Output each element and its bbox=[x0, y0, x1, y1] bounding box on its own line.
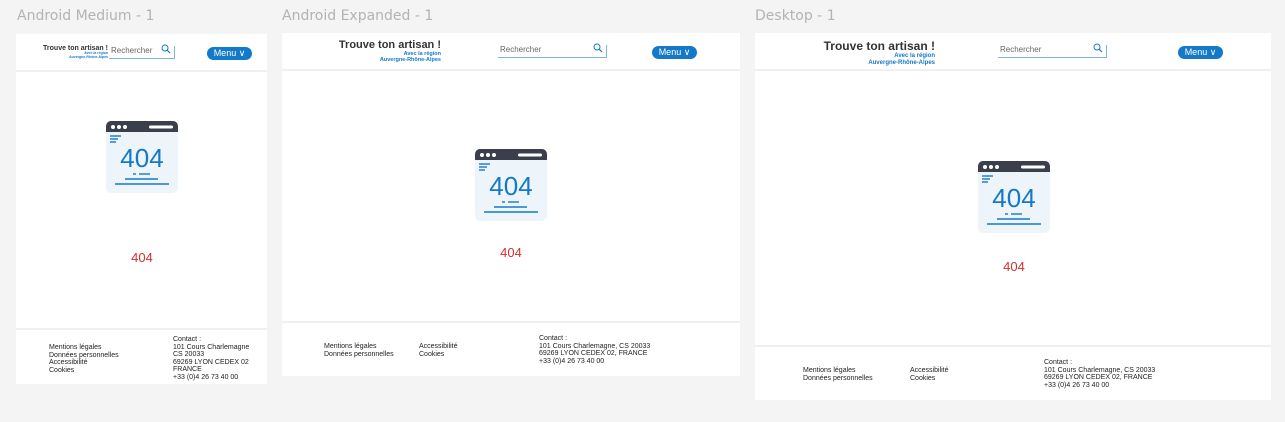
footer-contact: Contact :101 Cours Charlemagne, CS 20033… bbox=[1044, 359, 1155, 389]
contact-line: 101 Cours Charlemagne bbox=[173, 343, 250, 351]
icon-404-text: 404 bbox=[489, 171, 532, 201]
error-code: 404 bbox=[1003, 259, 1025, 274]
contact-line: 101 Cours Charlemagne, CS 20033 bbox=[1044, 366, 1156, 374]
contact-line: 101 Cours Charlemagne, CS 20033 bbox=[539, 342, 651, 350]
footer-link[interactable]: Accessibilité bbox=[419, 343, 458, 351]
error-404-illustration-icon: 404 bbox=[105, 120, 179, 194]
logo[interactable]: Trouve ton artisan ! Avec la région Auve… bbox=[755, 39, 935, 66]
logo-subtitle-2: Auvergne-Rhône-Alpes bbox=[379, 57, 441, 64]
contact-line: +33 (0)4 26 73 40 00 bbox=[539, 357, 605, 365]
search-input[interactable]: Rechercher bbox=[498, 43, 607, 58]
contact-line: 69269 LYON CEDEX 02, FRANCE bbox=[1044, 374, 1153, 381]
contact-line: Contact : bbox=[1044, 359, 1073, 366]
contact-line: +33 (0)4 26 73 40 00 bbox=[173, 373, 239, 381]
contact-line: FRANCE bbox=[173, 366, 202, 373]
frame-2: Trouve ton artisan ! Avec la région Auve… bbox=[755, 33, 1271, 400]
footer-link[interactable]: Mentions légales bbox=[49, 344, 119, 352]
frame-title: Android Medium - 1 bbox=[17, 8, 155, 24]
menu-button[interactable]: Menu ∨ bbox=[1178, 46, 1223, 59]
footer: Mentions légales Données personnelles Acce… bbox=[282, 321, 740, 376]
icon-404-text: 404 bbox=[992, 183, 1035, 213]
search-icon[interactable] bbox=[161, 44, 171, 54]
frame-title: Desktop - 1 bbox=[755, 8, 836, 24]
search-icon[interactable] bbox=[593, 43, 603, 53]
search-placeholder: Rechercher bbox=[500, 45, 542, 54]
menu-button[interactable]: Menu ∨ bbox=[652, 46, 697, 59]
footer: Mentions légales Données personnelles Acce… bbox=[16, 328, 267, 384]
contact-line: 69269 LYON CEDEX 02 bbox=[173, 358, 249, 366]
footer-link[interactable]: Données personnelles bbox=[324, 351, 394, 359]
logo[interactable]: Trouve ton artisan ! Avec la région Auve… bbox=[282, 39, 441, 63]
footer-links: Accessibilité Cookies bbox=[419, 343, 458, 358]
frame-1: Trouve ton artisan ! Avec la région Auve… bbox=[282, 33, 740, 376]
footer-link[interactable]: Données personnelles bbox=[49, 352, 119, 360]
contact-line: 69269 LYON CEDEX 02, FRANCE bbox=[539, 350, 648, 357]
error-code: 404 bbox=[131, 250, 153, 265]
error-404-illustration-icon: 404 bbox=[977, 160, 1051, 234]
search-placeholder: Rechercher bbox=[1000, 45, 1042, 54]
footer-links: Mentions légales Données personnelles bbox=[324, 343, 394, 358]
footer-link[interactable]: Cookies bbox=[910, 375, 949, 383]
header: Trouve ton artisan ! Avec la région Auve… bbox=[16, 34, 267, 72]
footer: Mentions légales Données personnelles Acce… bbox=[755, 345, 1271, 400]
contact-line: Contact : bbox=[539, 335, 568, 342]
error-code: 404 bbox=[500, 245, 522, 260]
footer-contact: Contact :101 Cours Charlemagne, CS 20033… bbox=[539, 335, 650, 365]
logo-title: Trouve ton artisan ! bbox=[823, 39, 935, 53]
logo-subtitle-2: Auvergne-Rhône-Alpes bbox=[69, 54, 108, 59]
logo-subtitle-2: Auvergne-Rhône-Alpes bbox=[868, 59, 935, 66]
icon-404-text: 404 bbox=[120, 143, 163, 173]
footer-link[interactable]: Mentions légales bbox=[803, 367, 873, 375]
logo[interactable]: Trouve ton artisan ! Avec la région Auve… bbox=[16, 45, 108, 60]
footer-links: Mentions légales Données personnelles bbox=[803, 367, 873, 382]
search-icon[interactable] bbox=[1093, 43, 1103, 53]
footer-link[interactable]: Accessibilité bbox=[49, 359, 119, 367]
contact-line: +33 (0)4 26 73 40 00 bbox=[1044, 381, 1110, 389]
error-404-illustration-icon: 404 bbox=[474, 148, 548, 222]
frame-title: Android Expanded - 1 bbox=[282, 8, 434, 24]
contact-line: CS 20033 bbox=[173, 351, 205, 358]
footer-link[interactable]: Mentions légales bbox=[324, 343, 394, 351]
logo-subtitle-1: Avec la région bbox=[894, 53, 935, 59]
footer-contact: Contact :101 Cours Charlemagne CS 20033 69… bbox=[173, 336, 249, 381]
search-placeholder: Rechercher bbox=[111, 46, 153, 55]
header: Trouve ton artisan ! Avec la région Auve… bbox=[282, 33, 740, 71]
footer-link[interactable]: Cookies bbox=[419, 351, 458, 359]
footer-links: Mentions légales Données personnelles Acce… bbox=[49, 344, 119, 374]
footer-link[interactable]: Cookies bbox=[49, 367, 119, 375]
search-input[interactable]: Rechercher bbox=[998, 43, 1107, 58]
search-input[interactable]: Rechercher bbox=[109, 44, 175, 59]
footer-link[interactable]: Accessibilité bbox=[910, 367, 949, 375]
menu-button[interactable]: Menu ∨ bbox=[207, 47, 252, 60]
contact-line: Contact : bbox=[173, 336, 202, 343]
header: Trouve ton artisan ! Avec la région Auve… bbox=[755, 33, 1271, 71]
logo-title: Trouve ton artisan ! bbox=[338, 39, 441, 51]
footer-link[interactable]: Données personnelles bbox=[803, 375, 873, 383]
frame-0: Trouve ton artisan ! Avec la région Auve… bbox=[16, 34, 267, 384]
footer-links: Accessibilité Cookies bbox=[910, 367, 949, 382]
